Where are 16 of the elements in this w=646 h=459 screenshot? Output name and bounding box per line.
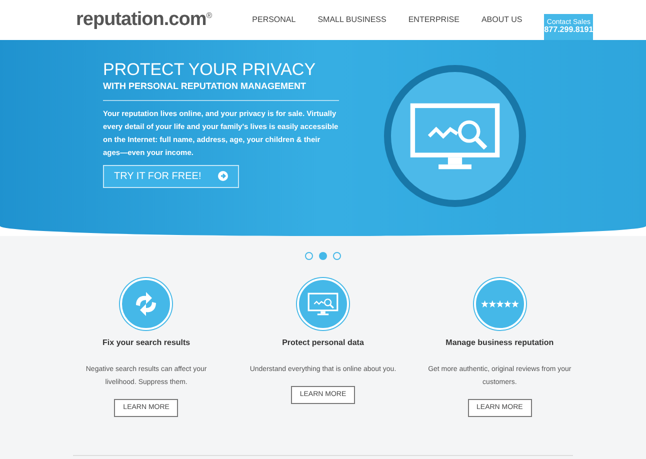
registered-mark: ® [206, 10, 212, 22]
feature-title: Protect personal data [282, 337, 364, 349]
nav-link[interactable]: PERSONAL [252, 14, 296, 26]
monitor-icon [307, 292, 339, 316]
monitor-icon [408, 100, 502, 172]
stars-icon [480, 299, 519, 309]
hero-subtitle: WITH PERSONAL REPUTATION MANAGEMENT [103, 80, 307, 93]
arrow-circle-icon [218, 171, 228, 181]
feature-title: Manage business reputation [446, 337, 554, 349]
logo-text[interactable]: reputation.com [76, 6, 206, 34]
contact-phone: 877.299.8191 [544, 26, 594, 36]
nav-link[interactable]: ABOUT US [481, 14, 522, 26]
nav-link[interactable]: SMALL BUSINESS [318, 14, 386, 26]
hero-title: PROTECT YOUR PRIVACY [103, 60, 317, 80]
nav-link[interactable]: ENTERPRISE [408, 14, 460, 26]
feature-title: Fix your search results [102, 337, 190, 349]
